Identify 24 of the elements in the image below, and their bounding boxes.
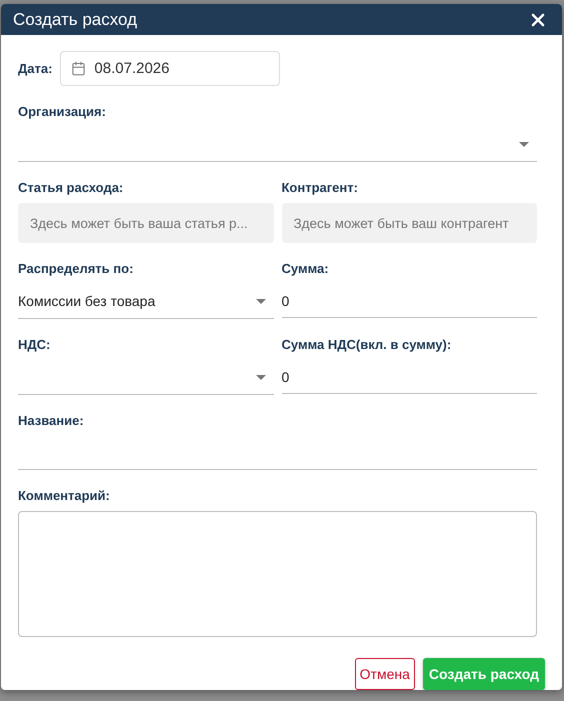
field-label: Распределять по:	[18, 261, 134, 276]
input-field[interactable]: Здесь может быть ваш контрагент	[282, 203, 537, 243]
field-label: Статья расхода:	[18, 180, 124, 195]
field-label: Организация:	[18, 104, 107, 119]
calendar-icon	[71, 61, 86, 76]
field-label: НДС:	[18, 337, 52, 352]
caret-icon	[256, 374, 266, 380]
field-label: Сумма НДС(вкл. в сумму):	[282, 337, 452, 352]
field-label: Сумма:	[282, 261, 330, 276]
input-field[interactable]: 0	[282, 360, 537, 394]
cancel-button[interactable]: Отмена	[354, 658, 415, 690]
date-field[interactable]: 08.07.2026	[60, 51, 280, 86]
field-label: Дата:	[18, 61, 52, 76]
select-field[interactable]: Комиссии без товара	[18, 284, 274, 319]
comment-field[interactable]	[18, 511, 537, 637]
field-label: Комментарий:	[18, 488, 111, 503]
dialog-title: Создать расход	[13, 10, 138, 30]
field-label: Название:	[18, 413, 85, 428]
caret-icon	[519, 142, 529, 146]
input-field[interactable]: Здесь может быть ваша статья р...	[18, 203, 274, 243]
input-field[interactable]: 0	[282, 284, 537, 318]
caret-icon	[256, 298, 266, 304]
date-value: 08.07.2026	[94, 60, 170, 77]
field-label: Контрагент:	[282, 180, 359, 195]
